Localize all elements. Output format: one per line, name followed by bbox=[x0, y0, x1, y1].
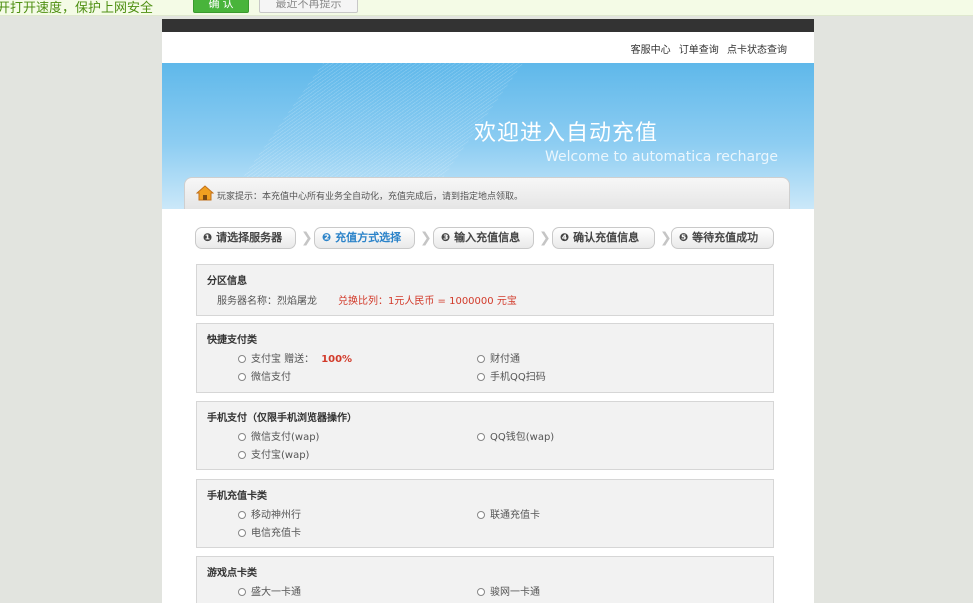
zone-info-panel: 分区信息 服务器名称：烈焰屠龙 兑换比列：1元人民币 = 1000000 元宝 bbox=[196, 264, 774, 316]
option-wechat-wap[interactable]: 微信支付(wap) bbox=[238, 428, 319, 443]
option-qq-wallet-wap-label: QQ钱包(wap) bbox=[490, 432, 555, 443]
card-status-link[interactable]: 点卡状态查询 bbox=[727, 45, 787, 56]
header-links: 客服中心 订单查询 点卡状态查询 bbox=[162, 32, 814, 63]
option-junnet-card-label: 骏网一卡通 bbox=[490, 587, 540, 598]
mobile-pay-panel: 手机支付（仅限手机浏览器操作） 微信支付(wap) QQ钱包(wap) 支付宝(… bbox=[196, 401, 774, 470]
option-qq-wallet-wap[interactable]: QQ钱包(wap) bbox=[477, 428, 554, 443]
option-shanda-card-label: 盛大一卡通 bbox=[251, 587, 301, 598]
option-unicom-card-label: 联通充值卡 bbox=[490, 510, 540, 521]
welcome-banner: 欢迎进入自动充值 Welcome to automatica recharge … bbox=[162, 63, 814, 209]
order-query-link[interactable]: 订单查询 bbox=[679, 45, 719, 56]
mobile-pay-title: 手机支付（仅限手机浏览器操作） bbox=[207, 413, 357, 424]
radio-icon[interactable] bbox=[477, 511, 485, 519]
option-china-mobile[interactable]: 移动神州行 bbox=[238, 506, 301, 521]
option-alipay-label: 支付宝 赠送： bbox=[251, 354, 315, 365]
tip-text: 玩家提示：本充值中心所有业务全自动化，充值完成后，请到指定地点领取。 bbox=[217, 192, 524, 202]
radio-icon[interactable] bbox=[238, 588, 246, 596]
step-enter-info[interactable]: ❸ 输入充值信息 bbox=[433, 227, 534, 249]
notice-text: 开打开速度，保护上网安全 bbox=[0, 1, 154, 16]
zone-info-title: 分区信息 bbox=[207, 276, 247, 287]
option-wechat-wap-label: 微信支付(wap) bbox=[251, 432, 320, 443]
banner-subtitle: Welcome to automatica recharge bbox=[545, 149, 779, 165]
notice-dismiss-button[interactable]: 最近不再提示 bbox=[259, 0, 358, 13]
option-unicom-card[interactable]: 联通充值卡 bbox=[477, 506, 540, 521]
game-card-title: 游戏点卡类 bbox=[207, 568, 257, 579]
banner-title: 欢迎进入自动充值 bbox=[474, 121, 659, 146]
radio-icon[interactable] bbox=[477, 433, 485, 441]
customer-service-link[interactable]: 客服中心 bbox=[631, 45, 671, 56]
security-notice-bar: 开打开速度，保护上网安全 确 认 最近不再提示 bbox=[0, 0, 973, 16]
radio-icon[interactable] bbox=[477, 355, 485, 363]
step-separator-icon: ❯ bbox=[660, 230, 672, 246]
option-qq-scan[interactable]: 手机QQ扫码 bbox=[477, 368, 546, 383]
option-qq-scan-label: 手机QQ扫码 bbox=[490, 372, 546, 383]
option-telecom-card[interactable]: 电信充值卡 bbox=[238, 524, 301, 539]
option-junnet-card[interactable]: 骏网一卡通 bbox=[477, 583, 540, 598]
home-icon bbox=[196, 185, 214, 201]
exchange-ratio: 兑换比列：1元人民币 = 1000000 元宝 bbox=[338, 296, 517, 307]
option-tenpay[interactable]: 财付通 bbox=[477, 350, 520, 365]
step-payment-method[interactable]: ❷ 充值方式选择 bbox=[314, 227, 415, 249]
step-separator-icon: ❯ bbox=[301, 230, 313, 246]
radio-icon[interactable] bbox=[477, 373, 485, 381]
option-alipay-wap-label: 支付宝(wap) bbox=[251, 450, 310, 461]
radio-icon[interactable] bbox=[238, 355, 246, 363]
option-wechat-pay-label: 微信支付 bbox=[251, 372, 291, 383]
player-tip: 玩家提示：本充值中心所有业务全自动化，充值完成后，请到指定地点领取。 bbox=[184, 177, 790, 209]
recharge-page: 客服中心 订单查询 点卡状态查询 欢迎进入自动充值 Welcome to aut… bbox=[162, 19, 814, 603]
phone-card-panel: 手机充值卡类 移动神州行 联通充值卡 电信充值卡 bbox=[196, 479, 774, 548]
server-name: 服务器名称：烈焰屠龙 bbox=[217, 296, 317, 307]
option-china-mobile-label: 移动神州行 bbox=[251, 510, 301, 521]
option-wechat-pay[interactable]: 微信支付 bbox=[238, 368, 291, 383]
step-separator-icon: ❯ bbox=[539, 230, 551, 246]
radio-icon[interactable] bbox=[238, 433, 246, 441]
alipay-bonus: 100% bbox=[321, 354, 353, 365]
radio-icon[interactable] bbox=[238, 373, 246, 381]
radio-icon[interactable] bbox=[238, 529, 246, 537]
option-alipay[interactable]: 支付宝 赠送： 100% bbox=[238, 350, 352, 365]
step-separator-icon: ❯ bbox=[420, 230, 432, 246]
game-card-panel: 游戏点卡类 盛大一卡通 骏网一卡通 bbox=[196, 556, 774, 603]
option-alipay-wap[interactable]: 支付宝(wap) bbox=[238, 446, 309, 461]
phone-card-title: 手机充值卡类 bbox=[207, 491, 267, 502]
notice-confirm-button[interactable]: 确 认 bbox=[193, 0, 249, 13]
radio-icon[interactable] bbox=[238, 451, 246, 459]
radio-icon[interactable] bbox=[238, 511, 246, 519]
step-select-server[interactable]: ❶ 请选择服务器 bbox=[195, 227, 296, 249]
top-strip bbox=[162, 19, 814, 32]
step-wait-success[interactable]: ❺ 等待充值成功 bbox=[671, 227, 774, 249]
option-tenpay-label: 财付通 bbox=[490, 354, 520, 365]
option-shanda-card[interactable]: 盛大一卡通 bbox=[238, 583, 301, 598]
radio-icon[interactable] bbox=[477, 588, 485, 596]
step-confirm-info[interactable]: ❹ 确认充值信息 bbox=[552, 227, 655, 249]
option-telecom-card-label: 电信充值卡 bbox=[251, 528, 301, 539]
quick-pay-title: 快捷支付类 bbox=[207, 335, 257, 346]
progress-steps: ❶ 请选择服务器 ❯ ❷ 充值方式选择 ❯ ❸ 输入充值信息 ❯ ❹ 确认充值信… bbox=[195, 227, 779, 249]
quick-pay-panel: 快捷支付类 支付宝 赠送： 100% 财付通 微信支付 手机QQ扫码 bbox=[196, 323, 774, 393]
